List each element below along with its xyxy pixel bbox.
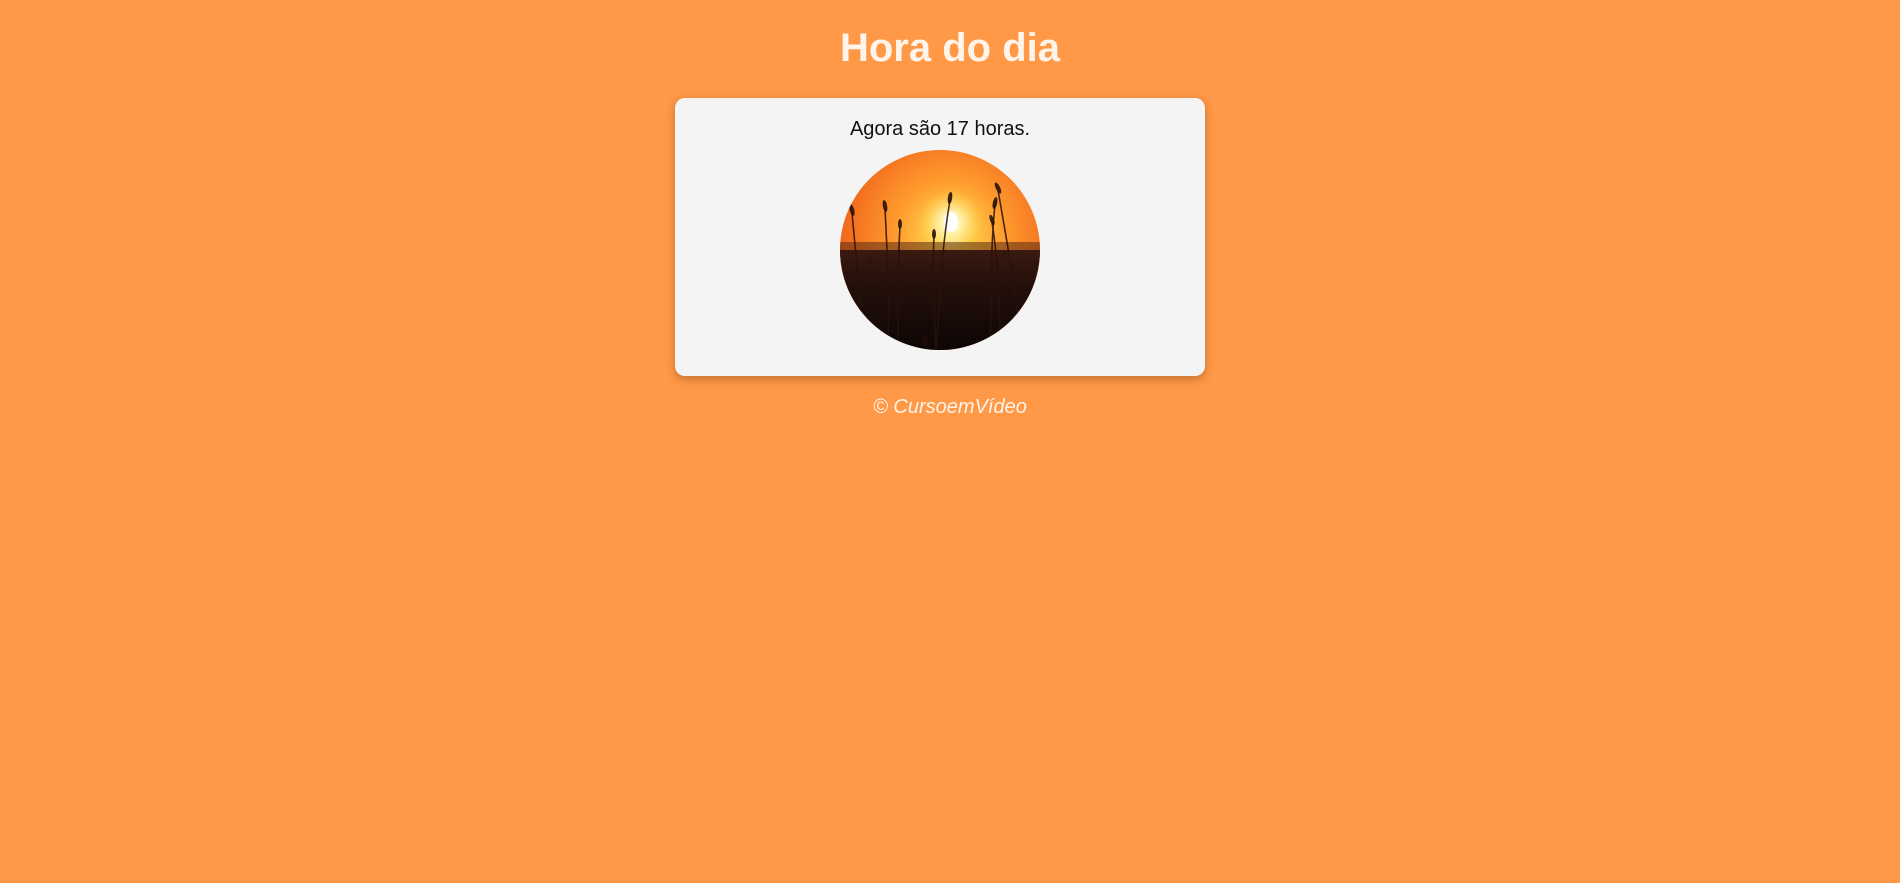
sunset-image (840, 150, 1040, 350)
time-message: Agora são 17 horas. (849, 118, 1031, 140)
sunset-photo-illustration (840, 150, 1040, 350)
page-title: Hora do dia (839, 26, 1061, 70)
footer-credit: © CursoemVídeo (873, 396, 1027, 418)
time-card: Agora são 17 horas. (675, 98, 1205, 376)
